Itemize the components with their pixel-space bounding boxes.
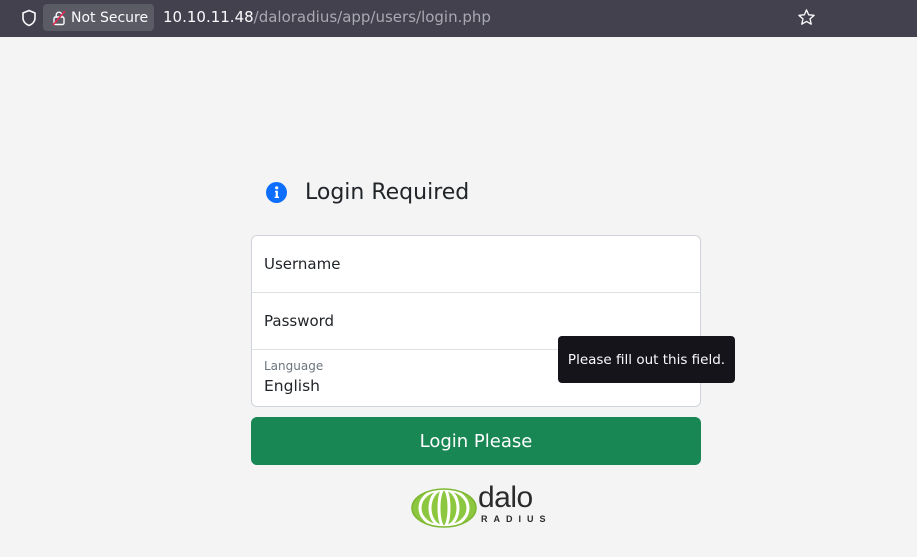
- url-text[interactable]: 10.10.11.48/daloradius/app/users/login.p…: [163, 8, 491, 26]
- logo-wordmark: dalo: [478, 481, 533, 514]
- logo-submark: RADIUS: [481, 514, 552, 524]
- shield-icon[interactable]: [20, 9, 38, 27]
- url-host: 10.10.11.48: [163, 8, 254, 26]
- validation-tooltip-text: Please fill out this field.: [567, 351, 726, 368]
- browser-url-bar[interactable]: Not Secure 10.10.11.48/daloradius/app/us…: [0, 0, 917, 37]
- language-label: Language: [264, 359, 324, 373]
- insecure-lock-icon: [52, 9, 66, 26]
- page-title: Login Required: [305, 180, 470, 205]
- login-button[interactable]: Login Please: [251, 417, 701, 465]
- not-secure-label: Not Secure: [71, 9, 149, 26]
- daloradius-logo: dalo RADIUS: [411, 481, 546, 529]
- login-heading: Login Required: [266, 180, 469, 205]
- bookmark-star-icon[interactable]: [797, 8, 816, 27]
- password-placeholder: Password: [264, 312, 335, 330]
- username-placeholder: Username: [264, 255, 341, 273]
- validation-tooltip: Please fill out this field.: [558, 336, 735, 383]
- not-secure-badge[interactable]: Not Secure: [43, 4, 154, 31]
- url-path: /daloradius/app/users/login.php: [253, 8, 491, 26]
- username-input[interactable]: Username: [252, 236, 700, 293]
- language-value: English: [264, 377, 320, 395]
- info-icon: [266, 182, 287, 203]
- logo-globe-icon: [411, 488, 477, 528]
